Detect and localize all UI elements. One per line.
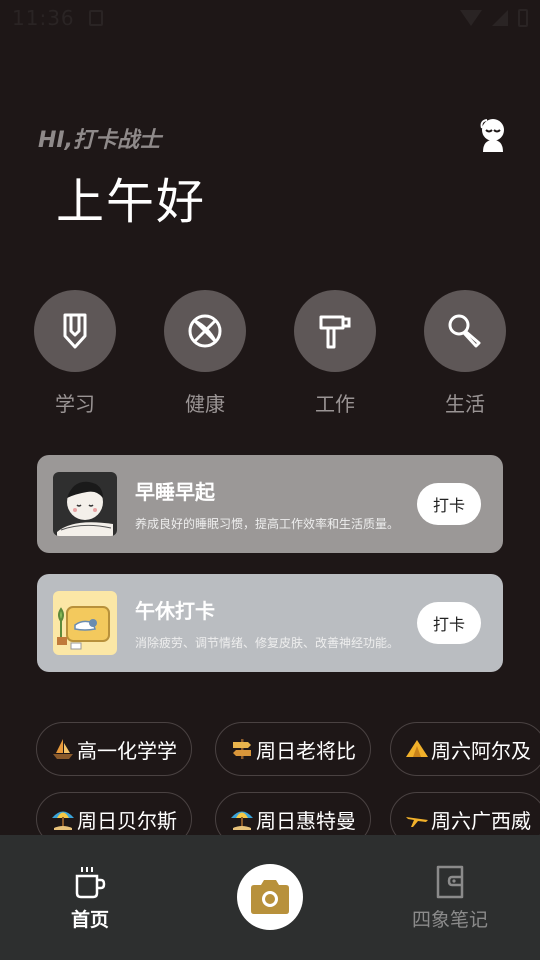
- profile-button[interactable]: [478, 118, 508, 152]
- tag-label: 周日贝尔斯: [77, 808, 177, 833]
- wifi-icon: [460, 10, 482, 26]
- category-life[interactable]: 生活: [424, 290, 506, 420]
- status-time: 11:36: [12, 6, 75, 30]
- category-circle: [164, 290, 246, 372]
- greeting-title: 上午好: [56, 174, 207, 230]
- tag-chip[interactable]: 高一化学学: [36, 722, 192, 776]
- nav-notes[interactable]: 四象笔记: [400, 865, 500, 932]
- category-label: 健康: [185, 392, 225, 416]
- checkin-button[interactable]: 打卡: [417, 483, 481, 525]
- nav-home[interactable]: 首页: [60, 865, 120, 932]
- greeting-subtitle: HI,打卡战士: [38, 128, 161, 153]
- signal-icon: [492, 10, 508, 26]
- coffee-cup-icon: [75, 867, 106, 899]
- tag-label: 周六广西威: [431, 808, 531, 833]
- status-icons: [460, 9, 528, 27]
- sleep-illustration: [53, 472, 117, 536]
- wallet-icon: [436, 865, 464, 899]
- category-health[interactable]: 健康: [164, 290, 246, 420]
- tag-chip[interactable]: 周日老将比: [215, 722, 371, 776]
- microphone-icon: [448, 314, 481, 348]
- category-label: 工作: [315, 392, 355, 416]
- category-circle: [294, 290, 376, 372]
- category-label: 生活: [445, 392, 485, 416]
- tag-label: 周日惠特曼: [256, 808, 356, 833]
- nav-notes-label: 四象笔记: [411, 909, 488, 931]
- checkin-button[interactable]: 打卡: [417, 602, 481, 644]
- checkin-card-nap[interactable]: 午休打卡 消除疲劳、调节情绪、修复皮肤、改善神经功能。 打卡: [37, 574, 503, 672]
- category-circle: [424, 290, 506, 372]
- status-bar: 11:36: [0, 0, 540, 36]
- nav-home-label: 首页: [70, 909, 109, 931]
- boat-icon: [51, 737, 75, 761]
- checkin-card-early-sleep[interactable]: 早睡早起 养成良好的睡眠习惯，提高工作效率和生活质量。 打卡: [37, 455, 503, 553]
- bottom-nav: 首页 四象笔记: [0, 835, 540, 960]
- tag-label: 高一化学学: [77, 738, 177, 763]
- signpost-icon: [230, 737, 254, 761]
- category-circle: [34, 290, 116, 372]
- tent-icon: [405, 737, 429, 761]
- category-work[interactable]: 工作: [294, 290, 376, 420]
- beach-umbrella-icon: [230, 807, 254, 831]
- hammer-icon: [319, 315, 351, 349]
- avatar-icon: [480, 119, 504, 152]
- airplane-icon: [405, 807, 429, 831]
- camera-icon: [251, 880, 289, 914]
- tag-chip[interactable]: 周六阿尔及: [390, 722, 540, 776]
- nap-illustration: [53, 591, 117, 655]
- sim-icon: [88, 10, 103, 26]
- battery-icon: [518, 9, 528, 27]
- category-label: 学习: [55, 392, 95, 416]
- beach-umbrella-icon: [51, 807, 75, 831]
- basketball-icon: [188, 314, 222, 348]
- category-study[interactable]: 学习: [34, 290, 116, 420]
- pencil-icon: [63, 313, 87, 349]
- tag-label: 周六阿尔及: [431, 738, 531, 763]
- category-row: 学习 健康 工作 生活: [34, 290, 506, 420]
- camera-button[interactable]: [237, 864, 303, 930]
- tag-row: 高一化学学 周日老将比 周六阿尔及: [36, 722, 540, 776]
- tag-label: 周日老将比: [256, 738, 356, 763]
